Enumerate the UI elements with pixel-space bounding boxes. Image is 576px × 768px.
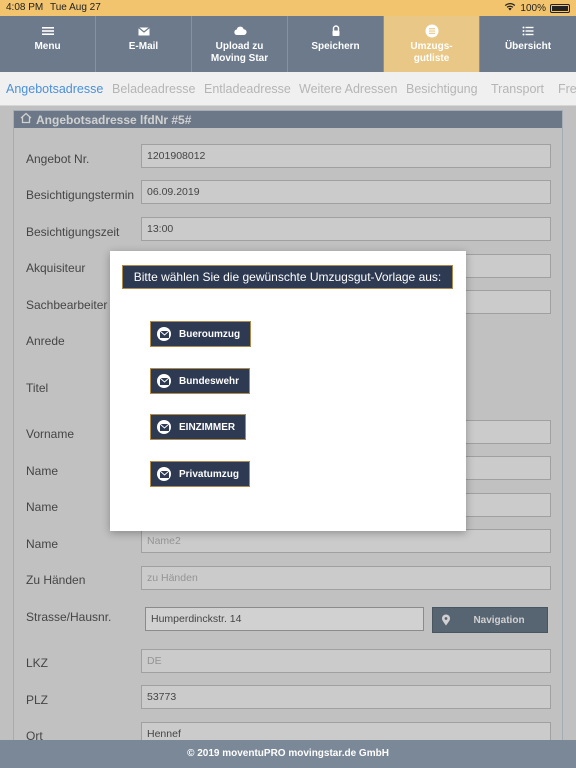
option-bueroumzug-button[interactable]: Bueroumzug — [150, 321, 252, 347]
status-time: 4:08 PM — [6, 2, 44, 13]
tab-frei[interactable]: Fre — [558, 82, 576, 96]
upload-label: Upload zu Moving Star — [210, 41, 269, 64]
tab-transport[interactable]: Transport — [491, 82, 544, 96]
upload-button[interactable]: Upload zu Moving Star — [192, 16, 288, 72]
cloud-upload-icon — [233, 24, 247, 38]
envelope-icon — [137, 24, 151, 38]
save-label: Speichern — [311, 41, 360, 52]
status-date: Tue Aug 27 — [50, 2, 101, 13]
envelope-icon — [157, 467, 171, 481]
option-privatumzug-button[interactable]: Privatumzug — [150, 461, 251, 487]
dialog-title: Bitte wählen Sie die gewünschte Umzugsgu… — [122, 265, 453, 289]
tab-angebotsadresse[interactable]: Angebotsadresse — [6, 82, 103, 96]
hamburger-icon — [41, 24, 55, 38]
footer: © 2019 moventuPRO movingstar.de GmbH — [0, 740, 576, 768]
option-einzimmer-button[interactable]: EINZIMMER — [150, 414, 247, 440]
envelope-icon — [157, 327, 171, 341]
email-label: E-Mail — [128, 41, 159, 52]
list-icon — [425, 24, 439, 38]
tab-beladeadresse[interactable]: Beladeadresse — [112, 82, 195, 96]
tab-entladeadresse[interactable]: Entladeadresse — [204, 82, 291, 96]
list-bullets-icon — [521, 24, 535, 38]
lock-icon — [329, 24, 343, 38]
top-toolbar: Menu E-Mail Upload zu Moving Star Speich… — [0, 16, 576, 72]
option-label: Privatumzug — [179, 468, 240, 480]
option-label: Bueroumzug — [179, 328, 241, 340]
status-bar: 4:08 PM Tue Aug 27 100% — [0, 0, 576, 16]
option-label: Bundeswehr — [179, 375, 240, 387]
envelope-icon — [157, 420, 171, 434]
envelope-icon — [157, 374, 171, 388]
battery-text: 100% — [520, 2, 546, 14]
umzugsgutliste-label: Umzugs- gutliste — [410, 41, 453, 64]
tab-besichtigung[interactable]: Besichtigung — [406, 82, 478, 96]
option-bundeswehr-button[interactable]: Bundeswehr — [150, 368, 251, 394]
template-picker-dialog: Bitte wählen Sie die gewünschte Umzugsgu… — [110, 251, 466, 531]
battery-icon — [550, 3, 570, 13]
save-button[interactable]: Speichern — [288, 16, 384, 72]
umzugsgutliste-button[interactable]: Umzugs- gutliste — [384, 16, 480, 72]
option-label: EINZIMMER — [179, 421, 236, 433]
tab-weitere-adressen[interactable]: Weitere Adressen — [299, 82, 397, 96]
address-tabs: Angebotsadresse Beladeadresse Entladeadr… — [0, 72, 576, 106]
email-button[interactable]: E-Mail — [96, 16, 192, 72]
overview-button[interactable]: Übersicht — [480, 16, 576, 72]
overview-label: Übersicht — [504, 41, 552, 52]
menu-label: Menu — [34, 41, 61, 52]
menu-button[interactable]: Menu — [0, 16, 96, 72]
wifi-icon — [504, 2, 516, 14]
